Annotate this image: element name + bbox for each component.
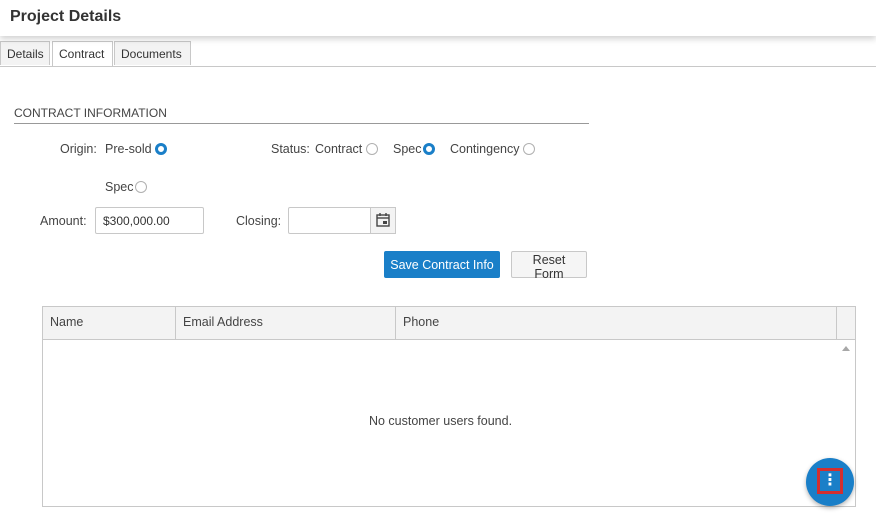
status-spec-label[interactable]: Spec — [393, 142, 422, 156]
origin-presold-label[interactable]: Pre-sold — [105, 142, 152, 156]
status-contingency-radio[interactable] — [523, 143, 535, 155]
column-header-name[interactable]: Name — [43, 307, 176, 339]
status-contract-radio[interactable] — [366, 143, 378, 155]
amount-label: Amount: — [40, 214, 87, 228]
calendar-icon — [376, 213, 390, 227]
grid-header: Name Email Address Phone — [43, 307, 855, 340]
customers-grid: Name Email Address Phone No customer use… — [42, 306, 856, 507]
scroll-up-icon[interactable] — [842, 346, 850, 351]
save-contract-info-button[interactable]: Save Contract Info — [384, 251, 500, 278]
section-title-contract-information: CONTRACT INFORMATION — [14, 106, 589, 124]
status-label: Status: — [271, 142, 310, 156]
more-vertical-icon: ⋮ — [822, 472, 838, 489]
column-header-email[interactable]: Email Address — [176, 307, 396, 339]
tab-contract[interactable]: Contract — [52, 41, 113, 66]
tab-details[interactable]: Details — [0, 41, 50, 65]
fab-highlight-box: ⋮ — [817, 468, 843, 494]
origin-label: Origin: — [60, 142, 97, 156]
amount-input[interactable] — [95, 207, 204, 234]
origin-spec-label[interactable]: Spec — [105, 180, 134, 194]
closing-date-input[interactable] — [288, 207, 371, 234]
origin-spec-radio[interactable] — [135, 181, 147, 193]
column-header-phone[interactable]: Phone — [396, 307, 837, 339]
reset-form-button[interactable]: Reset Form — [511, 251, 587, 281]
status-contingency-label[interactable]: Contingency — [450, 142, 520, 156]
more-actions-button[interactable]: ⋮ — [806, 458, 854, 506]
page-title: Project Details — [10, 8, 122, 25]
calendar-button[interactable] — [370, 207, 396, 234]
origin-presold-radio[interactable] — [155, 143, 167, 155]
status-contract-label[interactable]: Contract — [315, 142, 362, 156]
page-header: Project Details — [0, 0, 876, 36]
closing-label: Closing: — [236, 214, 282, 228]
status-spec-radio[interactable] — [423, 143, 435, 155]
empty-grid-message: No customer users found. — [368, 414, 513, 428]
tab-documents[interactable]: Documents — [114, 41, 191, 65]
tab-bar: Details Contract Documents — [0, 41, 876, 67]
